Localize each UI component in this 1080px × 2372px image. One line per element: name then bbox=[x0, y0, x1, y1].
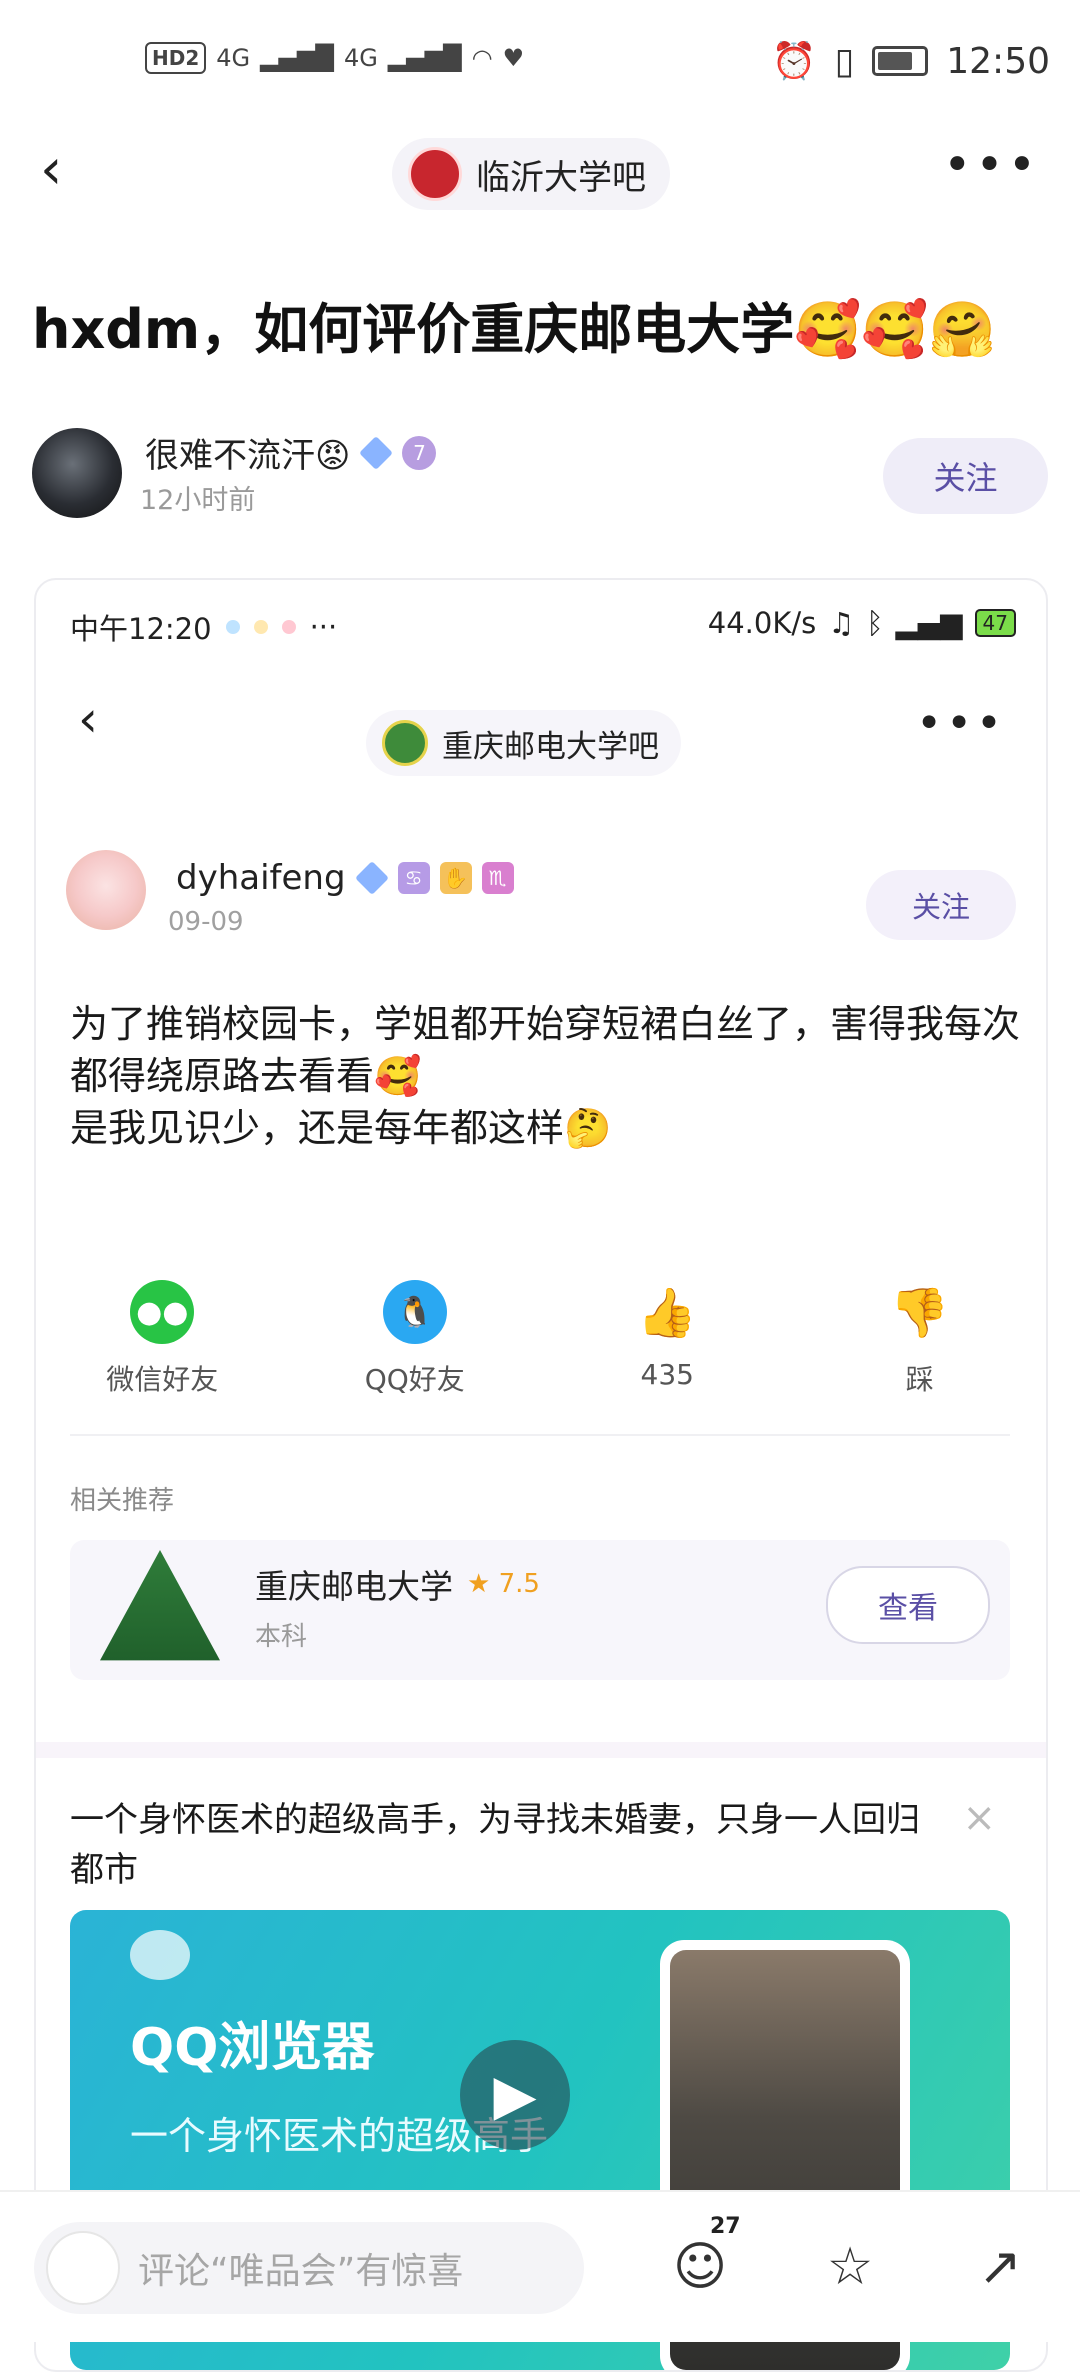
more-button[interactable]: ••• bbox=[943, 140, 1040, 190]
comment-input[interactable]: 评论“唯品会”有惊喜 bbox=[34, 2222, 584, 2314]
star-icon[interactable]: ☆ bbox=[820, 2237, 880, 2297]
ad-banner-title: QQ浏览器 bbox=[130, 2018, 375, 2078]
school-name-row: 重庆邮电大学 ★ 7.5 bbox=[255, 1560, 540, 1608]
comment-placeholder: 评论“唯品会”有惊喜 bbox=[138, 2251, 464, 2292]
author-name[interactable]: 很难不流汗😡 bbox=[145, 428, 350, 477]
like-count: 435 bbox=[640, 1358, 694, 1391]
post-title: hxdm，如何评价重庆邮电大学🥰🥰🤗 bbox=[32, 298, 996, 361]
school-name: 重庆邮电大学 bbox=[255, 1567, 453, 1606]
status-right: ⏰ ▯ 12:50 bbox=[771, 40, 1050, 83]
inner-status-right: 44.0K/s ♫ ᛒ ▂▄▆ 47 bbox=[708, 606, 1016, 640]
school-logo bbox=[100, 1550, 220, 1661]
more-dots-icon: ••• bbox=[916, 698, 1006, 749]
post-content: 为了推销校园卡，学姐都开始穿短裙白丝了，害得我每次都得绕原路去看看🥰 是我见识少… bbox=[70, 998, 1020, 1154]
notification-dot bbox=[253, 620, 268, 634]
ad-text[interactable]: 一个身怀医术的超级高手，为寻找未婚妻，只身一人回归都市 bbox=[70, 1795, 950, 1895]
notification-dot bbox=[225, 620, 240, 634]
avatar[interactable] bbox=[32, 428, 122, 518]
more-dots-icon: ··· bbox=[309, 610, 338, 644]
inner-username[interactable]: dyhaifeng bbox=[176, 858, 346, 898]
inner-status-left: 中午12:20 ··· bbox=[70, 606, 337, 648]
network-speed: 44.0K/s bbox=[707, 606, 817, 640]
network-4g-label-2: 4G bbox=[343, 44, 378, 72]
vibrate-icon: ▯ bbox=[834, 40, 855, 82]
bottom-bar: 评论“唯品会”有惊喜 ☺ 27 ☆ ↗ bbox=[0, 2190, 1080, 2342]
avatar bbox=[46, 2231, 120, 2305]
chevron-left-icon: ‹ bbox=[78, 690, 98, 748]
hands-icon: ✋ bbox=[439, 862, 472, 894]
forum-logo bbox=[408, 147, 462, 201]
comment-count: 27 bbox=[710, 2214, 741, 2239]
status-bar: HD2 4G ▂▄▆█ 4G ▂▄▆█ ◠ ♥ ⏰ ▯ 12:50 bbox=[0, 0, 1080, 130]
notification-dot bbox=[281, 620, 296, 634]
hd-badge: HD2 bbox=[145, 42, 207, 74]
more-dots-icon: ••• bbox=[943, 137, 1040, 193]
network-4g-label: 4G bbox=[216, 44, 251, 72]
share-actions: ●● 微信好友 🐧 QQ好友 👍 435 👎 踩 bbox=[36, 1280, 1046, 1398]
inner-back-button[interactable]: ‹ bbox=[78, 690, 98, 748]
cancer-sign-icon: ♋ bbox=[397, 862, 430, 894]
alarm-icon: ⏰ bbox=[771, 41, 817, 82]
action-label: 微信好友 bbox=[106, 1363, 219, 1396]
share-qq-button[interactable]: 🐧 QQ好友 bbox=[325, 1280, 505, 1398]
wifi-icon: ◠ bbox=[471, 44, 493, 72]
status-left: HD2 4G ▂▄▆█ 4G ▂▄▆█ ◠ ♥ bbox=[145, 42, 524, 74]
inner-time: 中午12:20 bbox=[70, 612, 212, 646]
battery-icon bbox=[872, 46, 929, 76]
forum-name: 临沂大学吧 bbox=[476, 157, 646, 198]
headphone-icon: ♫ bbox=[828, 606, 855, 640]
qq-icon: 🐧 bbox=[382, 1280, 447, 1344]
dislike-button[interactable]: 👎 踩 bbox=[830, 1280, 1010, 1398]
close-icon[interactable]: × bbox=[962, 1795, 996, 1841]
inner-forum-pill[interactable]: 重庆邮电大学吧 bbox=[366, 710, 681, 776]
wechat-icon: ●● bbox=[130, 1280, 195, 1344]
clock: 12:50 bbox=[946, 40, 1050, 82]
member-badge: 7 bbox=[402, 435, 437, 470]
scorpio-sign-icon: ♏ bbox=[481, 862, 514, 894]
thumbs-down-icon: 👎 bbox=[889, 1284, 950, 1341]
inner-follow-button[interactable]: 关注 bbox=[866, 870, 1016, 940]
inner-post-date: 09-09 bbox=[168, 907, 244, 937]
thumbs-up-icon: 👍 bbox=[637, 1284, 698, 1341]
star-icon: ★ bbox=[467, 1569, 491, 1599]
post-line-1: 为了推销校园卡，学姐都开始穿短裙白丝了，害得我每次都得绕原路去看看🥰 bbox=[70, 1002, 1021, 1098]
forum-pill[interactable]: 临沂大学吧 bbox=[392, 138, 670, 210]
related-school-card[interactable]: 重庆邮电大学 ★ 7.5 本科 查看 bbox=[70, 1540, 1010, 1680]
inner-more-button[interactable]: ••• bbox=[916, 698, 1006, 749]
avatar[interactable] bbox=[66, 850, 146, 930]
post-time: 12小时前 bbox=[140, 485, 256, 516]
share-icon[interactable]: ↗ bbox=[970, 2237, 1030, 2297]
play-icon[interactable]: ▶ bbox=[460, 2040, 570, 2150]
like-button[interactable]: 👍 435 bbox=[577, 1280, 757, 1398]
section-band bbox=[36, 1742, 1046, 1758]
school-type: 本科 bbox=[255, 1622, 308, 1652]
back-button[interactable]: ‹ bbox=[40, 140, 80, 200]
chevron-left-icon: ‹ bbox=[40, 137, 63, 202]
share-wechat-button[interactable]: ●● 微信好友 bbox=[72, 1280, 252, 1398]
signal-icon: ▂▄▆ bbox=[895, 606, 963, 640]
chat-bubble-icon bbox=[130, 1930, 190, 1980]
inner-user-row: dyhaifeng ♋ ✋ ♏ bbox=[176, 858, 514, 898]
inner-forum-name: 重庆邮电大学吧 bbox=[442, 728, 659, 765]
school-score: ★ 7.5 bbox=[467, 1569, 540, 1599]
heart-icon: ♥ bbox=[502, 44, 525, 72]
divider bbox=[70, 1434, 1010, 1436]
embedded-screenshot[interactable]: 中午12:20 ··· 44.0K/s ♫ ᛒ ▂▄▆ 47 ‹ 重庆邮电大学吧… bbox=[34, 578, 1048, 2372]
author-row: 很难不流汗😡 7 bbox=[145, 428, 437, 477]
post-line-2: 是我见识少，还是每年都这样🤔 bbox=[70, 1106, 612, 1150]
signal-icon-2: ▂▄▆█ bbox=[387, 44, 462, 72]
forum-logo bbox=[382, 720, 428, 766]
action-label: 踩 bbox=[905, 1363, 934, 1396]
view-button[interactable]: 查看 bbox=[826, 1566, 990, 1644]
battery-level: 47 bbox=[974, 609, 1016, 637]
comment-icon[interactable]: ☺ bbox=[670, 2237, 730, 2297]
follow-button[interactable]: 关注 bbox=[883, 438, 1048, 514]
level-gem-icon bbox=[359, 435, 394, 470]
action-label: QQ好友 bbox=[364, 1363, 465, 1396]
related-label: 相关推荐 bbox=[70, 1486, 175, 1516]
level-gem-icon bbox=[354, 861, 389, 895]
signal-icon: ▂▄▆█ bbox=[260, 44, 334, 72]
bluetooth-icon: ᛒ bbox=[866, 606, 884, 640]
